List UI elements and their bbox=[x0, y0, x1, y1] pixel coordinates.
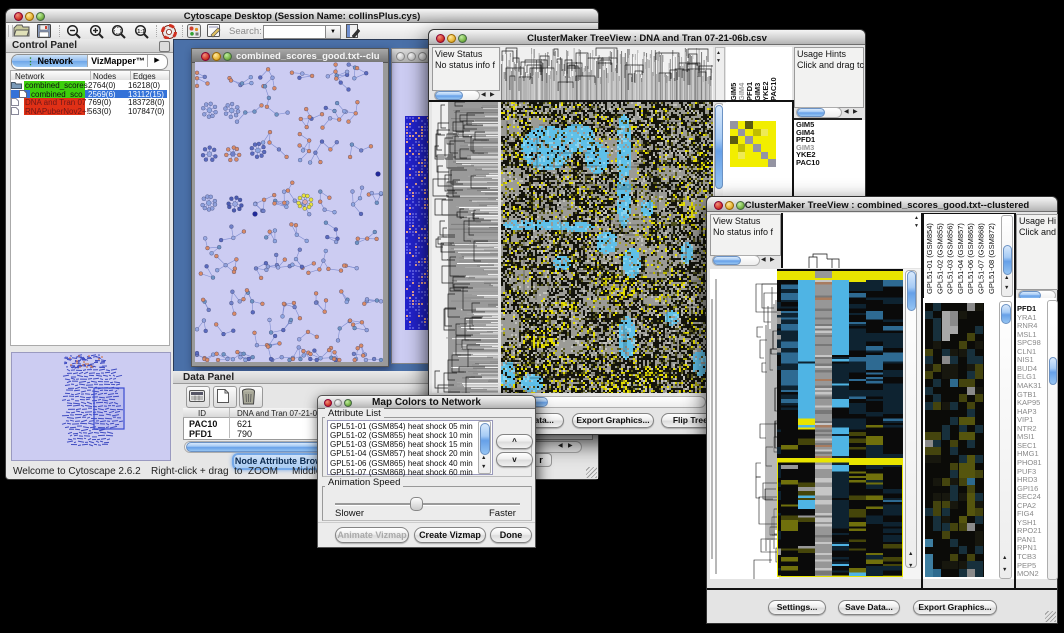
svg-text:GPL51-03 (GSM856): GPL51-03 (GSM856) bbox=[946, 223, 955, 294]
svg-text:GPL51-01 (GSM854): GPL51-01 (GSM854) bbox=[925, 223, 934, 294]
svg-text:GPL51-07 (GSM868): GPL51-07 (GSM868) bbox=[977, 223, 986, 294]
svg-text:GPL51-04 (GSM857): GPL51-04 (GSM857) bbox=[956, 223, 965, 294]
svg-text:GPL51-08 (GSM872): GPL51-08 (GSM872) bbox=[987, 223, 996, 294]
svg-text:PAC10: PAC10 bbox=[769, 77, 778, 101]
svg-text:GPL51-02 (GSM855): GPL51-02 (GSM855) bbox=[935, 223, 944, 294]
svg-text:GPL51-06 (GSM865): GPL51-06 (GSM865) bbox=[966, 223, 975, 294]
